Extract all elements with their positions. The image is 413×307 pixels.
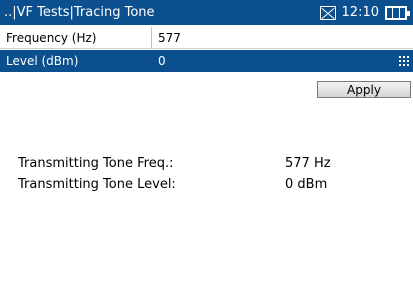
- frequency-row[interactable]: Frequency (Hz) 577: [0, 27, 413, 49]
- tone-freq-label: Transmitting Tone Freq.:: [18, 156, 174, 171]
- status-area: 12:10: [319, 5, 413, 20]
- keypad-icon[interactable]: [399, 56, 409, 66]
- title-bar: ..|VF Tests|Tracing Tone 12:10: [0, 0, 413, 25]
- breadcrumb-title: ..|VF Tests|Tracing Tone: [4, 5, 155, 20]
- frequency-value[interactable]: 577: [152, 27, 413, 48]
- tone-freq-value: 577 Hz: [285, 156, 331, 171]
- level-label: Level (dBm): [0, 50, 152, 72]
- battery-icon: [385, 5, 410, 20]
- tone-level-label: Transmitting Tone Level:: [18, 177, 176, 192]
- level-row[interactable]: Level (dBm) 0: [0, 50, 413, 72]
- level-value[interactable]: 0: [152, 50, 413, 72]
- close-box-icon[interactable]: [319, 5, 336, 20]
- frequency-label: Frequency (Hz): [0, 27, 152, 48]
- apply-button[interactable]: Apply: [317, 81, 411, 98]
- clock: 12:10: [341, 5, 379, 20]
- tone-level-value: 0 dBm: [285, 177, 328, 192]
